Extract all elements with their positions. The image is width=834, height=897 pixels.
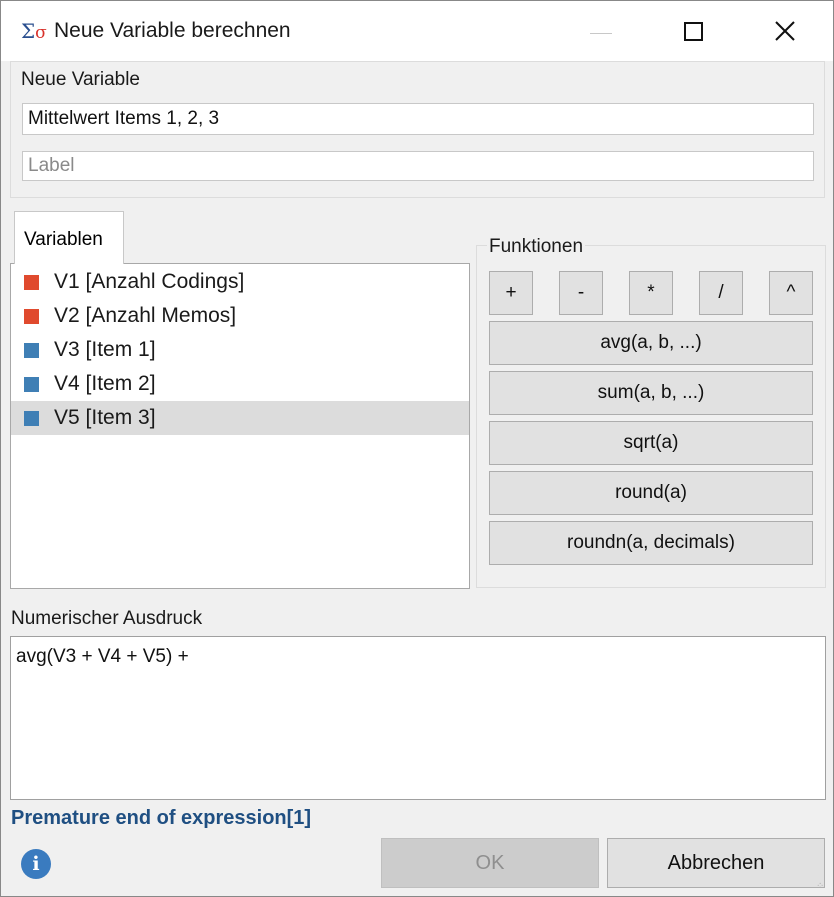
multiply-operator-button[interactable]: *: [629, 271, 673, 315]
variable-color-swatch: [24, 410, 39, 426]
list-item[interactable]: V2 [Anzahl Memos]: [11, 299, 469, 333]
maximize-button[interactable]: [647, 1, 739, 61]
cancel-button[interactable]: Abbrechen: [607, 838, 825, 888]
list-item-selected[interactable]: V5 [Item 3]: [11, 401, 469, 435]
list-item-label: V1 [Anzahl Codings]: [54, 270, 245, 293]
list-item[interactable]: V4 [Item 2]: [11, 367, 469, 401]
new-variable-group-label: Neue Variable: [21, 69, 141, 90]
window-title: Neue Variable berechnen: [54, 19, 291, 42]
resize-grip-icon[interactable]: ⁘: [816, 881, 824, 892]
variable-color-swatch: [24, 376, 39, 392]
title-bar[interactable]: Σσ Neue Variable berechnen: [1, 1, 833, 61]
list-item-label: V4 [Item 2]: [54, 372, 156, 395]
variable-list[interactable]: V1 [Anzahl Codings] V2 [Anzahl Memos] V3…: [10, 263, 470, 589]
avg-function-button[interactable]: avg(a, b, ...): [489, 321, 813, 365]
variable-color-swatch: [24, 308, 39, 324]
functions-group-label: Funktionen: [487, 236, 586, 258]
expression-input[interactable]: avg(V3 + V4 + V5) +: [10, 636, 826, 800]
list-item[interactable]: V3 [Item 1]: [11, 333, 469, 367]
list-item-label: V2 [Anzahl Memos]: [54, 304, 237, 327]
roundn-function-button[interactable]: roundn(a, decimals): [489, 521, 813, 565]
variable-color-swatch: [24, 274, 39, 290]
list-item-label: V3 [Item 1]: [54, 338, 156, 361]
info-icon[interactable]: i: [21, 849, 51, 879]
maximize-icon: [683, 21, 703, 41]
list-item[interactable]: V1 [Anzahl Codings]: [11, 265, 469, 299]
close-button[interactable]: [739, 1, 831, 61]
divide-operator-button[interactable]: /: [699, 271, 743, 315]
error-message: Premature end of expression[1]: [11, 807, 312, 829]
plus-operator-button[interactable]: +: [489, 271, 533, 315]
dialog-window: Σσ Neue Variable berechnen Neue Variable…: [0, 0, 834, 897]
minimize-button[interactable]: [555, 1, 647, 61]
variable-color-swatch: [24, 342, 39, 358]
tab-variablen[interactable]: Variablen: [14, 211, 124, 264]
variable-label-input[interactable]: Label: [22, 151, 814, 181]
sum-function-button[interactable]: sum(a, b, ...): [489, 371, 813, 415]
variable-name-input[interactable]: Mittelwert Items 1, 2, 3: [22, 103, 814, 135]
sigma-app-icon: Σσ: [21, 19, 47, 43]
list-item-label: V5 [Item 3]: [54, 406, 156, 429]
expression-label: Numerischer Ausdruck: [11, 608, 203, 629]
sqrt-function-button[interactable]: sqrt(a): [489, 421, 813, 465]
round-function-button[interactable]: round(a): [489, 471, 813, 515]
minimize-icon: [590, 32, 612, 34]
close-icon: [775, 21, 795, 41]
power-operator-button[interactable]: ^: [769, 271, 813, 315]
ok-button[interactable]: OK: [381, 838, 599, 888]
minus-operator-button[interactable]: -: [559, 271, 603, 315]
